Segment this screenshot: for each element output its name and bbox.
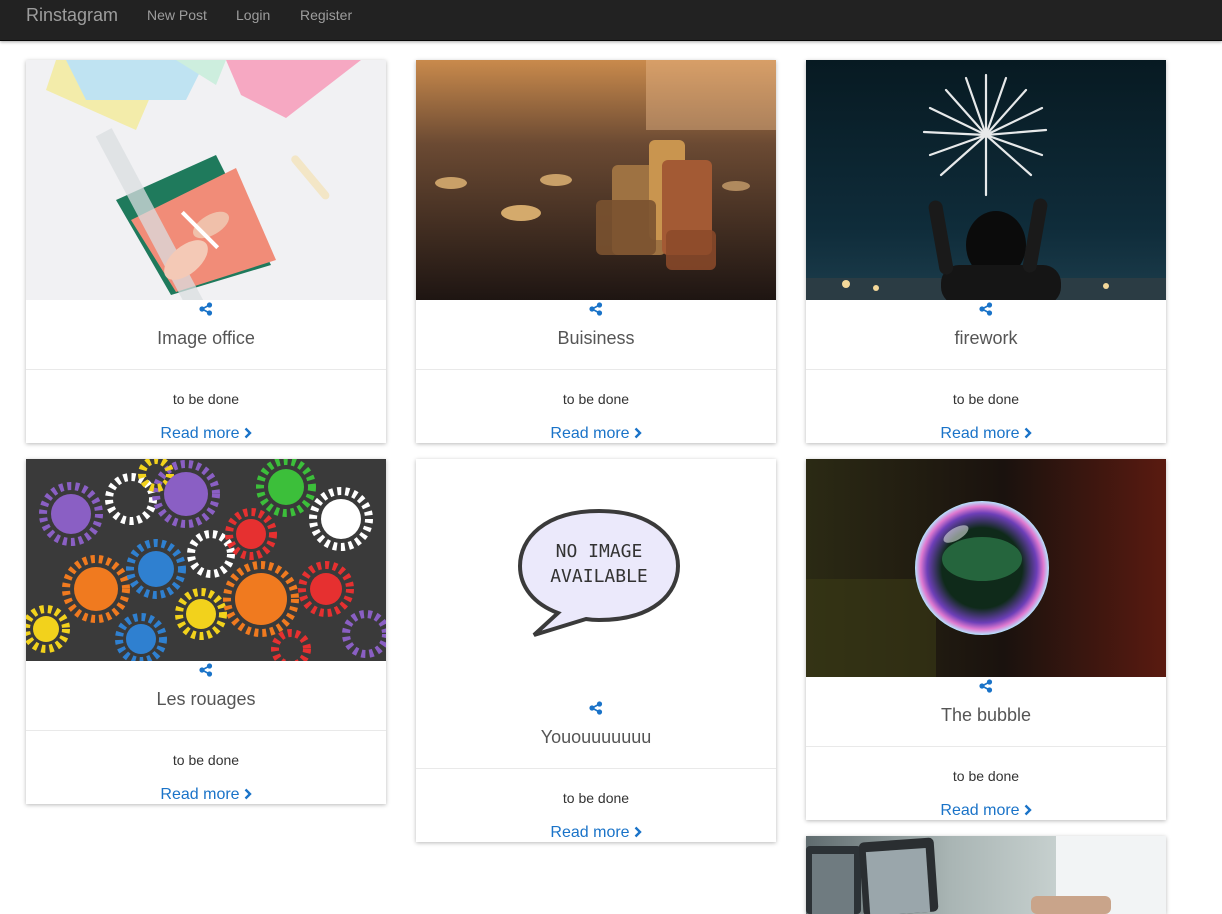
card-divider [416, 369, 776, 370]
post-image[interactable] [806, 836, 1166, 914]
card-title: Les rouages [156, 689, 256, 709]
chevron-right-icon [244, 427, 252, 439]
chevron-right-icon [634, 826, 642, 838]
read-more-link[interactable]: Read more [416, 824, 776, 842]
card-text: to be done [562, 790, 630, 806]
chevron-right-icon [1024, 804, 1032, 816]
post-image[interactable] [806, 60, 1166, 300]
post-card: NO IMAGE AVAILABLE Yououuuuuuu to be don… [416, 459, 776, 842]
share-icon[interactable] [978, 679, 994, 693]
card-text: to be done [952, 768, 1020, 784]
card-divider [806, 369, 1166, 370]
chevron-right-icon [1024, 427, 1032, 439]
card-text: to be done [172, 752, 240, 768]
card-title: Yououuuuuuu [540, 727, 652, 747]
read-more-label: Read more [550, 824, 630, 841]
chevron-right-icon [244, 788, 252, 800]
post-card: Image office to be done Read more [26, 60, 386, 443]
share-icon[interactable] [588, 302, 604, 316]
post-image[interactable] [26, 459, 386, 661]
nav-link-new-post[interactable]: New Post [147, 7, 207, 23]
read-more-label: Read more [160, 425, 240, 442]
card-divider [26, 730, 386, 731]
post-card: Les rouages to be done Read more [26, 459, 386, 804]
card-title: Image office [157, 328, 255, 348]
post-card: The bubble to be done Read more [806, 459, 1166, 820]
read-more-label: Read more [550, 425, 630, 442]
share-icon[interactable] [198, 663, 214, 677]
card-divider [416, 768, 776, 769]
post-card: firework to be done Read more [806, 60, 1166, 443]
read-more-label: Read more [160, 786, 240, 803]
post-image[interactable] [26, 60, 386, 300]
card-text: to be done [562, 391, 630, 407]
card-title: firework [954, 328, 1018, 348]
read-more-link[interactable]: Read more [26, 786, 386, 804]
card-divider [806, 746, 1166, 747]
post-image[interactable] [806, 459, 1166, 677]
post-card [806, 836, 1166, 914]
nav-link-register[interactable]: Register [300, 7, 352, 23]
navbar: Rinstagram New Post Login Register [0, 0, 1222, 41]
brand-link[interactable]: Rinstagram [26, 5, 118, 26]
share-icon[interactable] [198, 302, 214, 316]
read-more-label: Read more [940, 802, 1020, 819]
read-more-link[interactable]: Read more [416, 425, 776, 443]
read-more-link[interactable]: Read more [806, 802, 1166, 820]
card-text: to be done [952, 391, 1020, 407]
placeholder-text-line1: NO IMAGE [556, 541, 643, 562]
read-more-link[interactable]: Read more [806, 425, 1166, 443]
post-card: Buisiness to be done Read more [416, 60, 776, 443]
share-icon[interactable] [588, 701, 604, 715]
read-more-link[interactable]: Read more [26, 425, 386, 443]
post-image-placeholder[interactable]: NO IMAGE AVAILABLE [416, 459, 776, 699]
chevron-right-icon [634, 427, 642, 439]
placeholder-text-line2: AVAILABLE [550, 566, 648, 587]
card-title: The bubble [940, 705, 1032, 725]
card-divider [26, 369, 386, 370]
post-image[interactable] [416, 60, 776, 300]
card-title: Buisiness [557, 328, 635, 348]
card-text: to be done [172, 391, 240, 407]
share-icon[interactable] [978, 302, 994, 316]
read-more-label: Read more [940, 425, 1020, 442]
nav-link-login[interactable]: Login [236, 7, 270, 23]
